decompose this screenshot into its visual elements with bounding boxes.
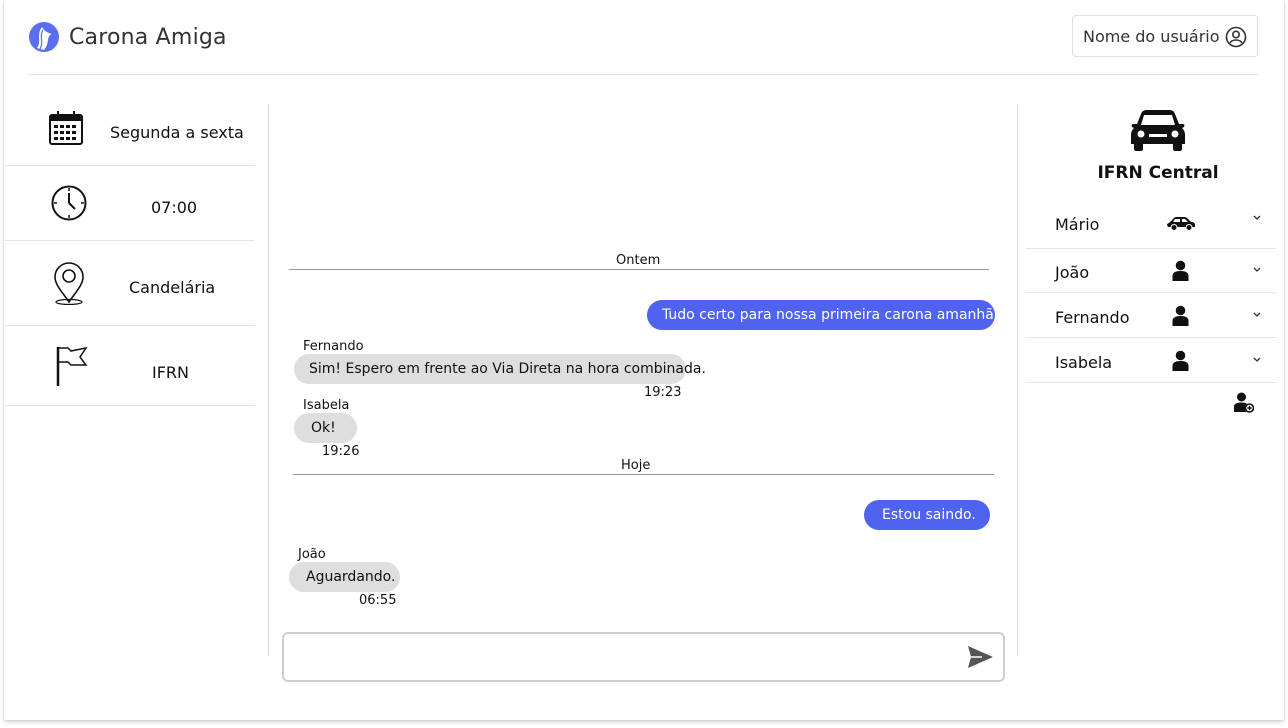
send-icon[interactable]	[966, 644, 994, 670]
clock-icon	[51, 185, 87, 221]
location-pin-icon	[54, 262, 84, 305]
ride-origin-row: Candelária	[5, 240, 255, 326]
panel-divider-left	[268, 104, 269, 656]
flag-icon	[56, 346, 88, 386]
message-bubble-outgoing: Estou saindo.	[864, 500, 990, 530]
header-divider	[28, 74, 1258, 75]
ride-destination-row: IFRN	[5, 325, 255, 406]
message-bubble-incoming: Aguardando.	[289, 562, 400, 592]
chevron-down-icon[interactable]	[1252, 311, 1262, 319]
date-divider-label: Ontem	[616, 253, 661, 268]
panel-divider-right	[1017, 104, 1018, 656]
ride-days: Segunda a sexta	[110, 123, 244, 142]
message-time: 06:55	[359, 593, 397, 608]
chevron-down-icon[interactable]	[1252, 214, 1262, 222]
ride-days-row: Segunda a sexta	[5, 104, 255, 166]
date-divider-line	[293, 474, 994, 475]
ride-time: 07:00	[151, 198, 198, 217]
ride-destination: IFRN	[152, 363, 190, 382]
chevron-down-icon[interactable]	[1252, 356, 1262, 364]
user-name-label: Nome do usuário	[1083, 26, 1220, 46]
chevron-down-icon[interactable]	[1252, 266, 1262, 274]
message-time: 19:23	[644, 385, 682, 400]
ride-time-row: 07:00	[5, 165, 255, 241]
calendar-icon	[49, 111, 83, 145]
car-icon	[1167, 217, 1195, 231]
user-circle-icon	[1225, 26, 1247, 48]
message-time: 19:26	[322, 444, 360, 459]
member-name: Fernando	[1055, 308, 1130, 327]
message-sender: Isabela	[303, 398, 350, 413]
member-row-isabela[interactable]: Isabela	[1026, 338, 1276, 383]
person-icon	[1172, 305, 1189, 326]
user-menu-button[interactable]: Nome do usuário	[1072, 15, 1258, 57]
app-title: Carona Amiga	[69, 24, 227, 50]
message-bubble-incoming: Ok!	[294, 413, 357, 443]
add-user-icon[interactable]	[1234, 392, 1254, 414]
message-bubble-outgoing: Tudo certo para nossa primeira carona am…	[647, 300, 1001, 330]
message-sender: João	[298, 547, 326, 562]
logo-icon	[29, 22, 59, 52]
person-icon	[1172, 350, 1189, 371]
message-input[interactable]	[282, 632, 1005, 682]
member-row-mario[interactable]: Mário	[1026, 204, 1276, 249]
group-title: IFRN Central	[1097, 163, 1219, 183]
app-logo[interactable]: Carona Amiga	[28, 21, 227, 53]
member-name: Mário	[1055, 215, 1100, 234]
date-divider-label: Hoje	[621, 458, 651, 473]
person-icon	[1172, 260, 1189, 281]
member-name: Isabela	[1055, 353, 1113, 372]
member-row-fernando[interactable]: Fernando	[1026, 293, 1276, 338]
car-icon	[1131, 110, 1185, 151]
date-divider-line	[289, 269, 989, 270]
member-row-joao[interactable]: João	[1026, 248, 1276, 293]
member-name: João	[1055, 263, 1090, 282]
message-sender: Fernando	[303, 339, 364, 354]
ride-origin: Candelária	[129, 278, 216, 297]
message-bubble-incoming: Sim! Espero em frente ao Via Direta na h…	[294, 354, 706, 384]
